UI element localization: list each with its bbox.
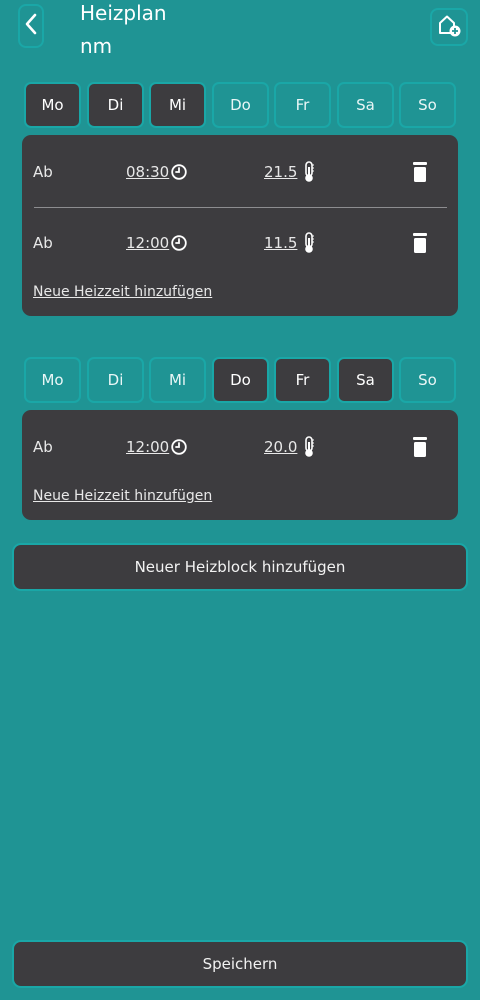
clock-icon[interactable] (171, 439, 187, 455)
day-chip-sa[interactable]: Sa (337, 357, 394, 403)
entry-temperature[interactable]: 11.5 (264, 234, 297, 252)
delete-entry-button[interactable] (410, 161, 430, 183)
clock-icon[interactable] (171, 235, 187, 251)
day-chip-di[interactable]: Di (87, 82, 144, 128)
page-subtitle: nm (80, 34, 113, 58)
day-selector-block-1: Mo Di Mi Do Fr Sa So (24, 82, 458, 128)
day-chip-mi[interactable]: Mi (149, 357, 206, 403)
day-selector-block-2: Mo Di Mi Do Fr Sa So (24, 357, 458, 403)
entry-temperature[interactable]: 21.5 (264, 163, 297, 181)
add-heating-time-link[interactable]: Neue Heizzeit hinzufügen (33, 284, 212, 300)
chevron-left-icon (24, 13, 38, 39)
heating-entry: Ab 12:00 11.5 (22, 230, 458, 258)
add-heating-block-button[interactable]: Neuer Heizblock hinzufügen (12, 543, 468, 591)
entry-time[interactable]: 12:00 (126, 438, 169, 456)
day-chip-fr[interactable]: Fr (274, 82, 331, 128)
home-add-icon (436, 12, 462, 42)
heating-entry: Ab 08:30 21.5 (22, 159, 458, 187)
day-chip-mi[interactable]: Mi (149, 82, 206, 128)
thermometer-icon (303, 436, 315, 458)
day-chip-mo[interactable]: Mo (24, 82, 81, 128)
day-chip-do[interactable]: Do (212, 357, 269, 403)
heating-block-2-card: Ab 12:00 20.0 Neue Heizzeit hinzufügen (22, 410, 458, 520)
page-title: Heizplan (80, 1, 167, 25)
back-button[interactable] (18, 4, 44, 48)
entry-temperature[interactable]: 20.0 (264, 438, 297, 456)
entry-prefix: Ab (33, 163, 53, 181)
day-chip-fr[interactable]: Fr (274, 357, 331, 403)
day-chip-di[interactable]: Di (87, 357, 144, 403)
entry-time[interactable]: 12:00 (126, 234, 169, 252)
clock-icon[interactable] (171, 164, 187, 180)
day-chip-so[interactable]: So (399, 357, 456, 403)
trash-icon (413, 437, 427, 457)
heating-entry: Ab 12:00 20.0 (22, 434, 458, 462)
thermometer-icon (303, 232, 315, 254)
delete-entry-button[interactable] (410, 232, 430, 254)
heating-block-1-card: Ab 08:30 21.5 Ab 12:00 11.5 Neue Heizzei… (22, 135, 458, 316)
day-chip-mo[interactable]: Mo (24, 357, 81, 403)
day-chip-sa[interactable]: Sa (337, 82, 394, 128)
home-add-button[interactable] (430, 8, 468, 46)
save-button[interactable]: Speichern (12, 940, 468, 988)
entry-prefix: Ab (33, 234, 53, 252)
day-chip-so[interactable]: So (399, 82, 456, 128)
delete-entry-button[interactable] (410, 436, 430, 458)
trash-icon (413, 233, 427, 253)
add-heating-time-link[interactable]: Neue Heizzeit hinzufügen (33, 488, 212, 504)
divider (34, 207, 447, 208)
day-chip-do[interactable]: Do (212, 82, 269, 128)
trash-icon (413, 162, 427, 182)
entry-time[interactable]: 08:30 (126, 163, 169, 181)
entry-prefix: Ab (33, 438, 53, 456)
thermometer-icon (303, 161, 315, 183)
